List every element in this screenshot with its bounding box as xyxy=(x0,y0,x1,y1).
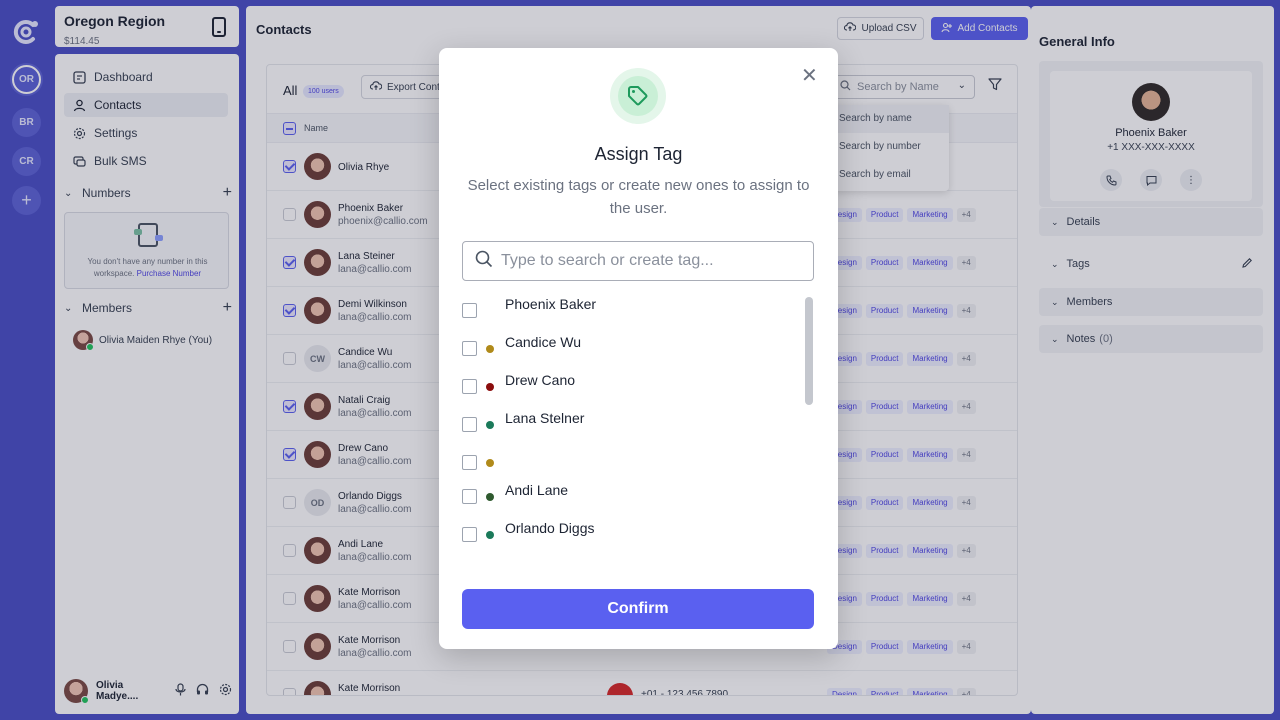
tag-color-dot xyxy=(486,459,494,467)
search-icon xyxy=(475,250,493,273)
tag-search-field[interactable] xyxy=(462,241,814,281)
tag-checkbox[interactable] xyxy=(462,303,477,318)
tag-checkbox[interactable] xyxy=(462,379,477,394)
tag-icon-badge xyxy=(610,68,666,124)
tag-checkbox[interactable] xyxy=(462,489,477,504)
tag-color-dot xyxy=(486,531,494,539)
tag-checkbox[interactable] xyxy=(462,455,477,470)
tag-option[interactable] xyxy=(462,448,802,478)
tag-label: Andi Lane xyxy=(505,482,569,498)
tag-option[interactable]: Candice Wu xyxy=(462,334,802,364)
tag-checkbox[interactable] xyxy=(462,341,477,356)
tag-checkbox[interactable] xyxy=(462,417,477,432)
tag-option[interactable]: Andi Lane xyxy=(462,482,802,512)
tag-icon xyxy=(628,86,648,106)
tag-color-dot xyxy=(486,493,494,501)
tag-option[interactable]: Phoenix Baker xyxy=(462,296,802,326)
modal-title: Assign Tag xyxy=(594,144,683,164)
tag-option[interactable]: Orlando Diggs xyxy=(462,520,802,550)
tag-label: Orlando Diggs xyxy=(505,520,595,536)
tag-color-dot xyxy=(486,383,494,391)
tag-label: Phoenix Baker xyxy=(505,296,597,312)
assign-tag-modal: ✕ Assign Tag Select existing tags or cre… xyxy=(439,48,838,649)
modal-subtitle: Select existing tags or create new ones … xyxy=(467,177,810,217)
tag-list: Phoenix Baker Candice Wu Drew Cano Lana Ste… xyxy=(462,296,814,556)
tag-label: Lana Stelner xyxy=(505,410,585,426)
tag-option[interactable]: Drew Cano xyxy=(462,372,802,402)
tag-color-dot xyxy=(486,421,494,429)
close-icon[interactable]: ✕ xyxy=(801,66,818,86)
tag-color-dot xyxy=(486,345,494,353)
tag-search-input[interactable] xyxy=(501,252,801,270)
tag-option[interactable]: Lana Stelner xyxy=(462,410,802,440)
tag-label: Candice Wu xyxy=(505,334,582,350)
tag-checkbox[interactable] xyxy=(462,527,477,542)
tag-list-scrollbar[interactable] xyxy=(805,297,813,405)
confirm-button[interactable]: Confirm xyxy=(462,589,814,629)
tag-label: Drew Cano xyxy=(505,372,576,388)
